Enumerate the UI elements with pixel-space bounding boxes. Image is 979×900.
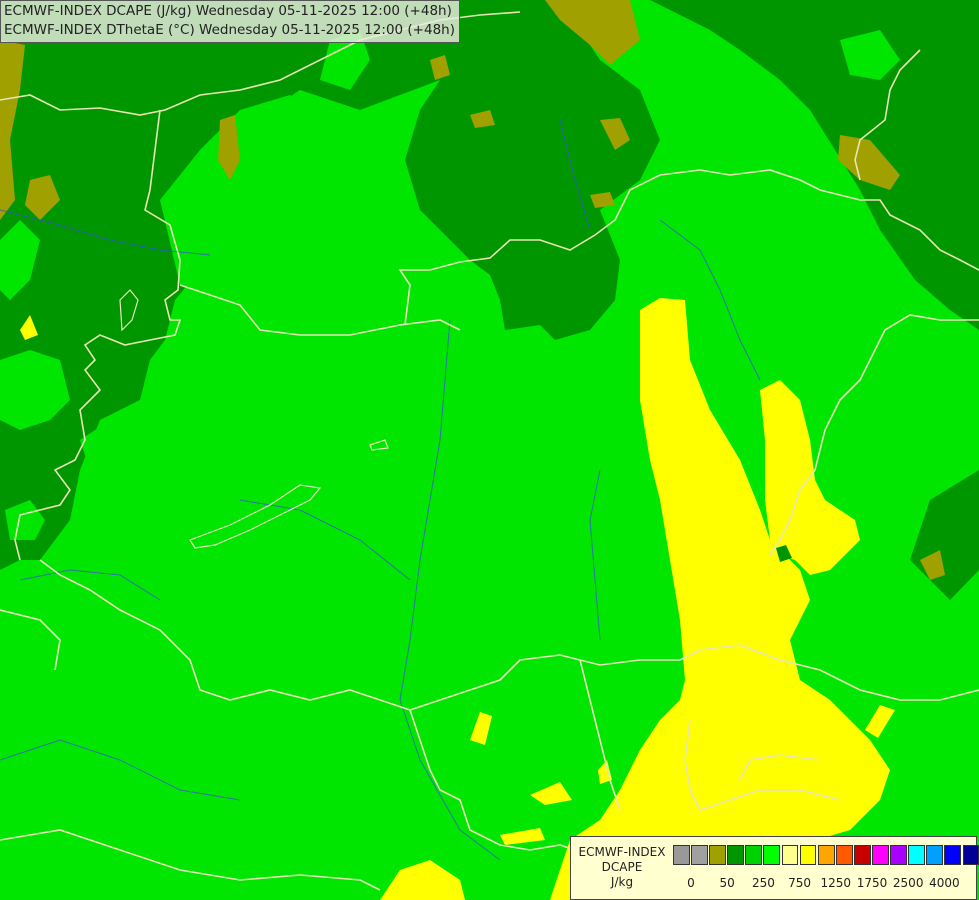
legend-tick-label: 750 — [788, 876, 812, 890]
legend-tick-label: 250 — [751, 876, 775, 890]
legend-tick-label: 0 — [687, 876, 695, 890]
title-dcape: ECMWF-INDEX DCAPE (J/kg) Wednesday 05-11… — [4, 3, 452, 19]
legend-tick-label: 4000 — [929, 876, 960, 890]
legend-swatch — [908, 845, 926, 865]
legend-swatch — [745, 845, 763, 865]
legend-swatch — [727, 845, 745, 865]
legend-unit: J/kg — [610, 875, 634, 889]
legend-swatch — [673, 845, 690, 865]
dcape-map — [0, 0, 979, 900]
legend-swatch — [763, 845, 781, 865]
legend-title-line2: DCAPE — [601, 860, 643, 874]
legend-title: ECMWF-INDEX DCAPE J/kg — [575, 845, 669, 890]
legend-swatch — [944, 845, 962, 865]
legend-swatch — [817, 845, 835, 865]
legend-tick-label: 50 — [719, 876, 735, 890]
legend-swatch — [853, 845, 871, 865]
legend-ticks: 0 50 250 750 1250 1750 2500 4000 — [673, 876, 973, 892]
legend: ECMWF-INDEX DCAPE J/kg 0 50 250 750 1250 1750… — [570, 836, 979, 900]
legend-swatch — [872, 845, 889, 865]
legend-swatch — [835, 845, 853, 865]
map-title-box: ECMWF-INDEX DCAPE (J/kg) Wednesday 05-11… — [0, 0, 460, 43]
legend-swatch — [781, 845, 799, 865]
legend-swatch — [709, 845, 726, 865]
legend-tick-label: 1750 — [856, 876, 888, 890]
legend-swatch — [799, 845, 817, 865]
legend-tick-label: 1250 — [820, 876, 852, 890]
legend-swatch — [962, 845, 979, 865]
title-dthetae: ECMWF-INDEX DThetaE (°C) Wednesday 05-11… — [4, 22, 455, 38]
legend-swatches — [673, 845, 979, 865]
legend-swatch — [890, 845, 907, 865]
legend-swatch — [691, 845, 708, 865]
legend-swatch — [926, 845, 944, 865]
legend-title-line1: ECMWF-INDEX — [578, 845, 666, 859]
legend-tick-label: 2500 — [892, 876, 924, 890]
